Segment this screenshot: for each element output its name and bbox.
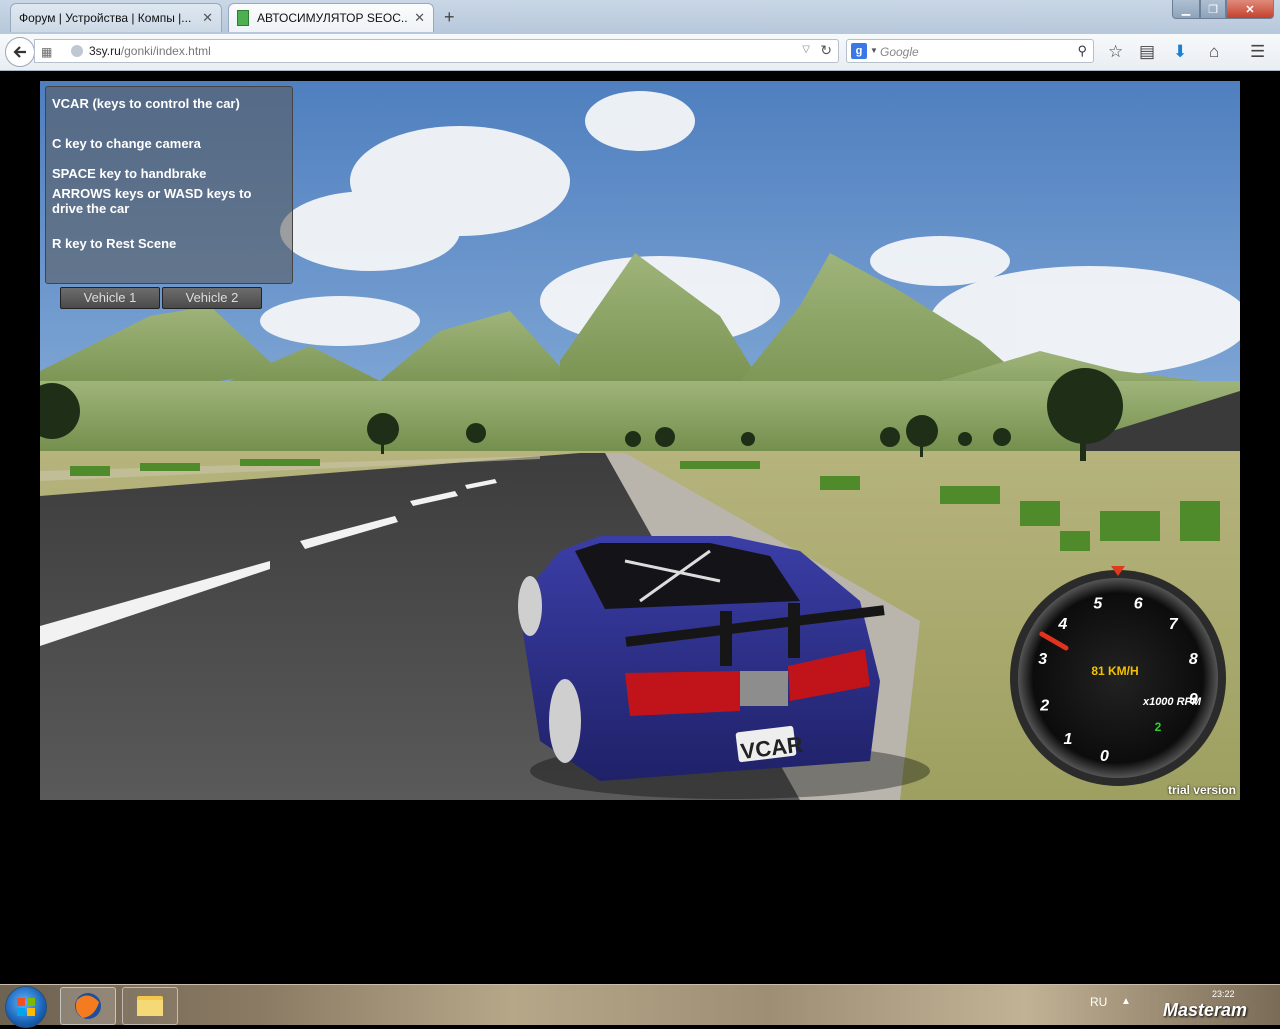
- apps-grid-icon[interactable]: ▦: [41, 45, 52, 59]
- language-indicator[interactable]: RU: [1090, 995, 1107, 1009]
- bookmark-star-icon[interactable]: ☆: [1108, 42, 1123, 62]
- trial-version-label: trial version: [1167, 783, 1236, 797]
- gear-indicator: 2: [1155, 720, 1162, 734]
- rpm-tick-label: 4: [1057, 616, 1067, 633]
- rpm-unit-label: x1000 RPM: [1142, 696, 1202, 708]
- reload-icon[interactable]: ↻: [820, 42, 832, 59]
- downloads-icon[interactable]: ⬇: [1173, 42, 1187, 62]
- address-bar[interactable]: ▦ 3sy.ru/gonki/index.html ▽ ↻: [34, 39, 839, 63]
- help-drive: ARROWS keys or WASD keys to drive the ca…: [52, 186, 252, 216]
- close-tab-icon[interactable]: ✕: [202, 10, 213, 26]
- rpm-tick-label: 7: [1169, 616, 1179, 633]
- rpm-tick-label: 6: [1134, 596, 1143, 613]
- tab-label: АВТОСИМУЛЯТОР SEOC...: [257, 11, 409, 25]
- maximize-button[interactable]: ❐: [1200, 0, 1226, 19]
- title-bar: Форум | Устройства | Компы |... ✕ АВТОСИ…: [0, 0, 1280, 34]
- rpm-tick-label: 3: [1038, 651, 1047, 668]
- help-camera: C key to change camera: [52, 136, 201, 151]
- page-favicon-icon: [237, 10, 249, 26]
- navigation-bar: ▦ 3sy.ru/gonki/index.html ▽ ↻ g ▼ Google…: [0, 34, 1280, 71]
- help-reset: R key to Rest Scene: [52, 236, 177, 251]
- home-icon[interactable]: ⌂: [1209, 42, 1219, 62]
- engine-dropdown-icon[interactable]: ▼: [870, 46, 878, 55]
- back-arrow-icon: [13, 46, 26, 58]
- minimize-button[interactable]: ▁: [1172, 0, 1200, 19]
- rpm-tick-label: 0: [1100, 748, 1109, 765]
- start-button[interactable]: [5, 986, 47, 1028]
- watermark-text: Masteram: [1163, 1000, 1248, 1020]
- window-controls: ▁ ❐ ✕: [1172, 0, 1274, 19]
- url-host: 3sy.ru: [89, 44, 121, 58]
- tray-expand-icon[interactable]: ▲: [1121, 996, 1131, 1007]
- rpm-tick-label: 8: [1189, 651, 1198, 668]
- clock[interactable]: 23:22: [1212, 989, 1235, 999]
- url-text: 3sy.ru/gonki/index.html: [89, 44, 211, 58]
- search-icon[interactable]: ⚲: [1077, 43, 1087, 59]
- vehicle-1-button[interactable]: Vehicle 1: [60, 287, 160, 309]
- tab-forum[interactable]: Форум | Устройства | Компы |... ✕: [10, 3, 222, 32]
- firefox-icon: [75, 993, 101, 1019]
- rpm-tick-label: 5: [1093, 596, 1103, 613]
- rpm-tick-label: 2: [1039, 698, 1049, 715]
- close-tab-icon[interactable]: ✕: [414, 10, 425, 26]
- controls-help-panel: VCAR (keys to control the car) C key to …: [45, 86, 293, 284]
- search-bar[interactable]: g ▼ Google ⚲: [846, 39, 1094, 63]
- history-dropdown-icon[interactable]: ▽: [802, 44, 810, 55]
- speed-readout: 81 KM/H: [1091, 664, 1138, 678]
- explorer-taskbar-button[interactable]: [122, 987, 178, 1025]
- windows-logo-icon: [17, 998, 35, 1016]
- globe-icon: [71, 45, 83, 57]
- menu-icon[interactable]: ☰: [1250, 42, 1265, 62]
- vehicle-selector: Vehicle 1 Vehicle 2: [60, 287, 264, 309]
- tab-simulator[interactable]: АВТОСИМУЛЯТОР SEOC... ✕: [228, 3, 434, 32]
- google-icon[interactable]: g: [851, 43, 867, 59]
- game-canvas[interactable]: VCAR 0123456789 81 KM/H x1000 RPM 2 VCAR…: [40, 81, 1240, 800]
- bookmarks-list-icon[interactable]: ▤: [1139, 42, 1155, 62]
- url-path: /gonki/index.html: [120, 44, 211, 58]
- taskbar: RU ▲ 23:22: [0, 984, 1280, 1028]
- close-window-button[interactable]: ✕: [1226, 0, 1274, 19]
- vehicle-2-button[interactable]: Vehicle 2: [162, 287, 262, 309]
- back-button[interactable]: [5, 37, 35, 67]
- help-handbrake: SPACE key to handbrake: [52, 166, 207, 181]
- firefox-taskbar-button[interactable]: [60, 987, 116, 1025]
- folder-icon: [137, 996, 163, 1016]
- rpm-tick-label: 1: [1063, 731, 1072, 748]
- help-title: VCAR (keys to control the car): [52, 96, 240, 111]
- new-tab-button[interactable]: +: [444, 7, 455, 28]
- search-placeholder: Google: [880, 45, 919, 59]
- tab-label: Форум | Устройства | Компы |...: [19, 11, 192, 25]
